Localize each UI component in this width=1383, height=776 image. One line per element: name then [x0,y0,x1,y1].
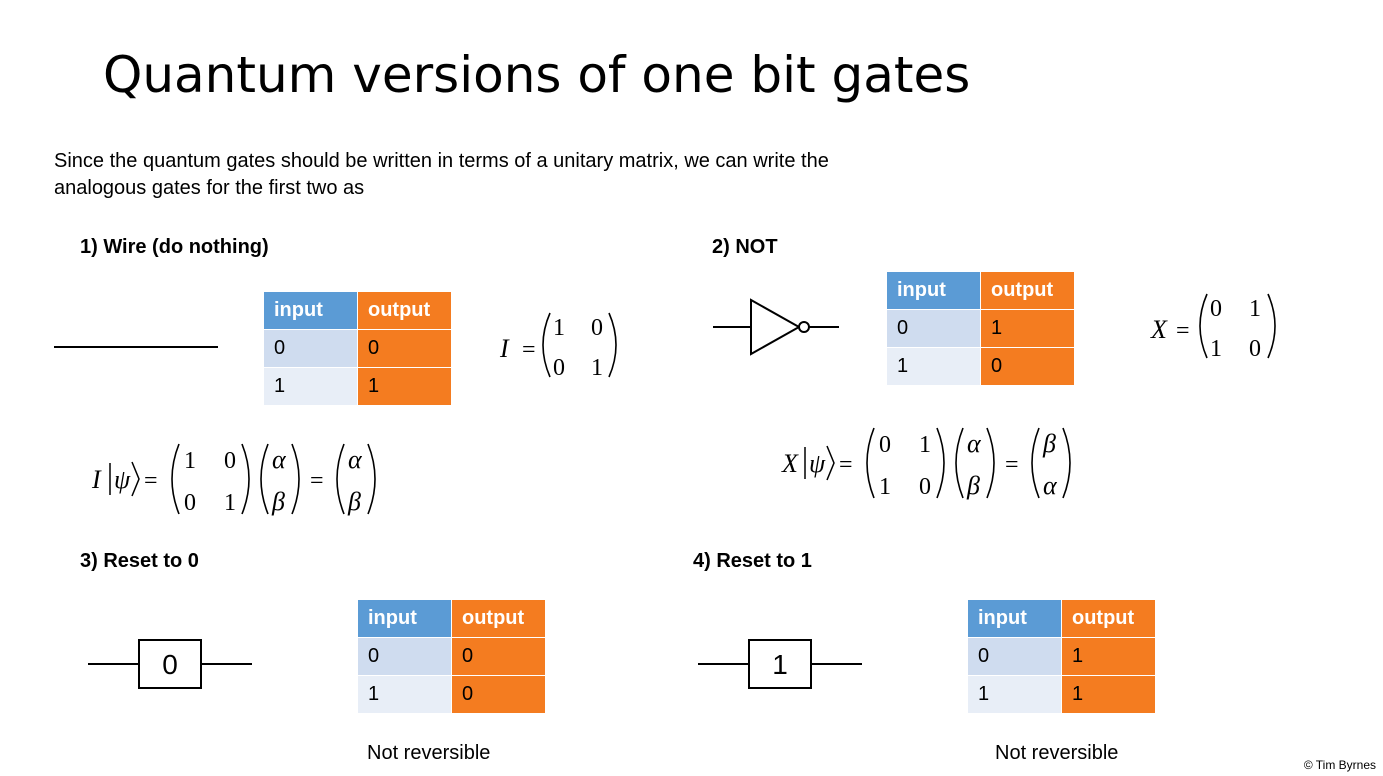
matrix-entry: 0 [224,448,236,474]
table-row: 0 0 [263,329,452,368]
matrix-entry: 1 [1249,296,1261,322]
table-header-row: input output [263,291,452,330]
section-reset0-label: 3) Reset to 0 [80,550,199,572]
reset0-note: Not reversible [367,742,491,764]
cell-input: 0 [263,329,358,368]
reset-to-1-gate-icon: 1 [698,639,862,689]
reset1-note: Not reversible [995,742,1119,764]
psi-symbol: ψ [809,449,826,478]
table-header-row: input output [886,271,1075,310]
table-header-row: input output [357,599,546,638]
alpha-symbol: α [1043,471,1058,500]
cell-output: 1 [1061,675,1156,714]
header-input: input [886,271,981,310]
cell-output: 0 [451,637,546,676]
matrix-symbol-X: X [1150,315,1168,344]
matrix-entry: 0 [1210,296,1222,322]
beta-symbol: β [1042,429,1056,458]
table-row: 1 0 [357,675,546,714]
copyright: © Tim Byrnes [1303,758,1376,772]
wire-symbol [54,346,218,348]
truth-table-reset1: input output 0 1 1 1 [967,599,1156,714]
section-wire-label: 1) Wire (do nothing) [80,236,269,258]
header-input: input [967,599,1062,638]
identity-action-equation: I ψ = 1 0 0 1 α β = α β [91,443,376,516]
not-action-equation: X ψ = 0 1 1 0 α β = β α [781,427,1071,500]
page-title: Quantum versions of one bit gates [103,46,971,104]
cell-output: 1 [357,367,452,406]
matrix-entry: 0 [919,474,931,500]
cell-input: 1 [263,367,358,406]
section-reset1-label: 4) Reset to 1 [693,550,812,572]
beta-symbol: β [347,487,361,516]
matrix-symbol-I: I [91,465,102,494]
header-output: output [980,271,1075,310]
truth-table-not: input output 0 1 1 0 [886,271,1075,386]
matrix-entry: 1 [224,490,236,516]
equals-sign: = [522,337,536,363]
section-not-label: 2) NOT [712,236,778,258]
psi-symbol: ψ [114,465,131,494]
alpha-symbol: α [967,429,982,458]
table-row: 1 1 [263,367,452,406]
equals-sign: = [310,468,324,494]
beta-symbol: β [966,471,980,500]
table-row: 1 0 [886,347,1075,386]
reset-to-0-gate-icon: 0 [88,639,252,689]
matrix-entry: 0 [1249,336,1261,362]
pauli-x-matrix: X = 0 1 1 0 [1150,293,1276,362]
reset-1-box-label: 1 [772,649,788,680]
intro-line-1: Since the quantum gates should be writte… [54,150,829,172]
cell-input: 0 [357,637,452,676]
reset-0-box-label: 0 [162,649,178,680]
cell-output: 1 [1061,637,1156,676]
intro-text: Since the quantum gates should be writte… [54,148,1014,202]
table-row: 0 0 [357,637,546,676]
equals-sign: = [144,468,158,494]
matrix-entry: 0 [553,355,565,381]
matrix-entry: 1 [1210,336,1222,362]
beta-symbol: β [271,487,285,516]
matrix-entry: 1 [553,315,565,341]
matrix-entry: 0 [591,315,603,341]
truth-table-wire: input output 0 0 1 1 [263,291,452,406]
alpha-symbol: α [348,445,363,474]
header-input: input [357,599,452,638]
matrix-entry: 1 [919,432,931,458]
matrix-symbol-I: I [499,334,510,363]
table-header-row: input output [967,599,1156,638]
cell-output: 0 [980,347,1075,386]
equals-sign: = [1176,318,1190,344]
matrix-entry: 1 [879,474,891,500]
identity-matrix: I = 1 0 0 1 [499,312,617,381]
header-output: output [451,599,546,638]
matrix-entry: 0 [879,432,891,458]
matrix-entry: 0 [184,490,196,516]
cell-input: 1 [967,675,1062,714]
table-row: 0 1 [967,637,1156,676]
cell-output: 0 [451,675,546,714]
table-row: 0 1 [886,309,1075,348]
equals-sign: = [839,452,853,478]
matrix-entry: 1 [184,448,196,474]
cell-input: 1 [886,347,981,386]
cell-output: 1 [980,309,1075,348]
alpha-symbol: α [272,445,287,474]
equals-sign: = [1005,452,1019,478]
table-row: 1 1 [967,675,1156,714]
header-input: input [263,291,358,330]
cell-input: 0 [967,637,1062,676]
truth-table-reset0: input output 0 0 1 0 [357,599,546,714]
matrix-symbol-X: X [781,449,799,478]
cell-input: 0 [886,309,981,348]
cell-output: 0 [357,329,452,368]
not-gate-icon [713,298,839,356]
matrix-entry: 1 [591,355,603,381]
header-output: output [357,291,452,330]
header-output: output [1061,599,1156,638]
cell-input: 1 [357,675,452,714]
intro-line-2: analogous gates for the first two as [54,177,365,199]
